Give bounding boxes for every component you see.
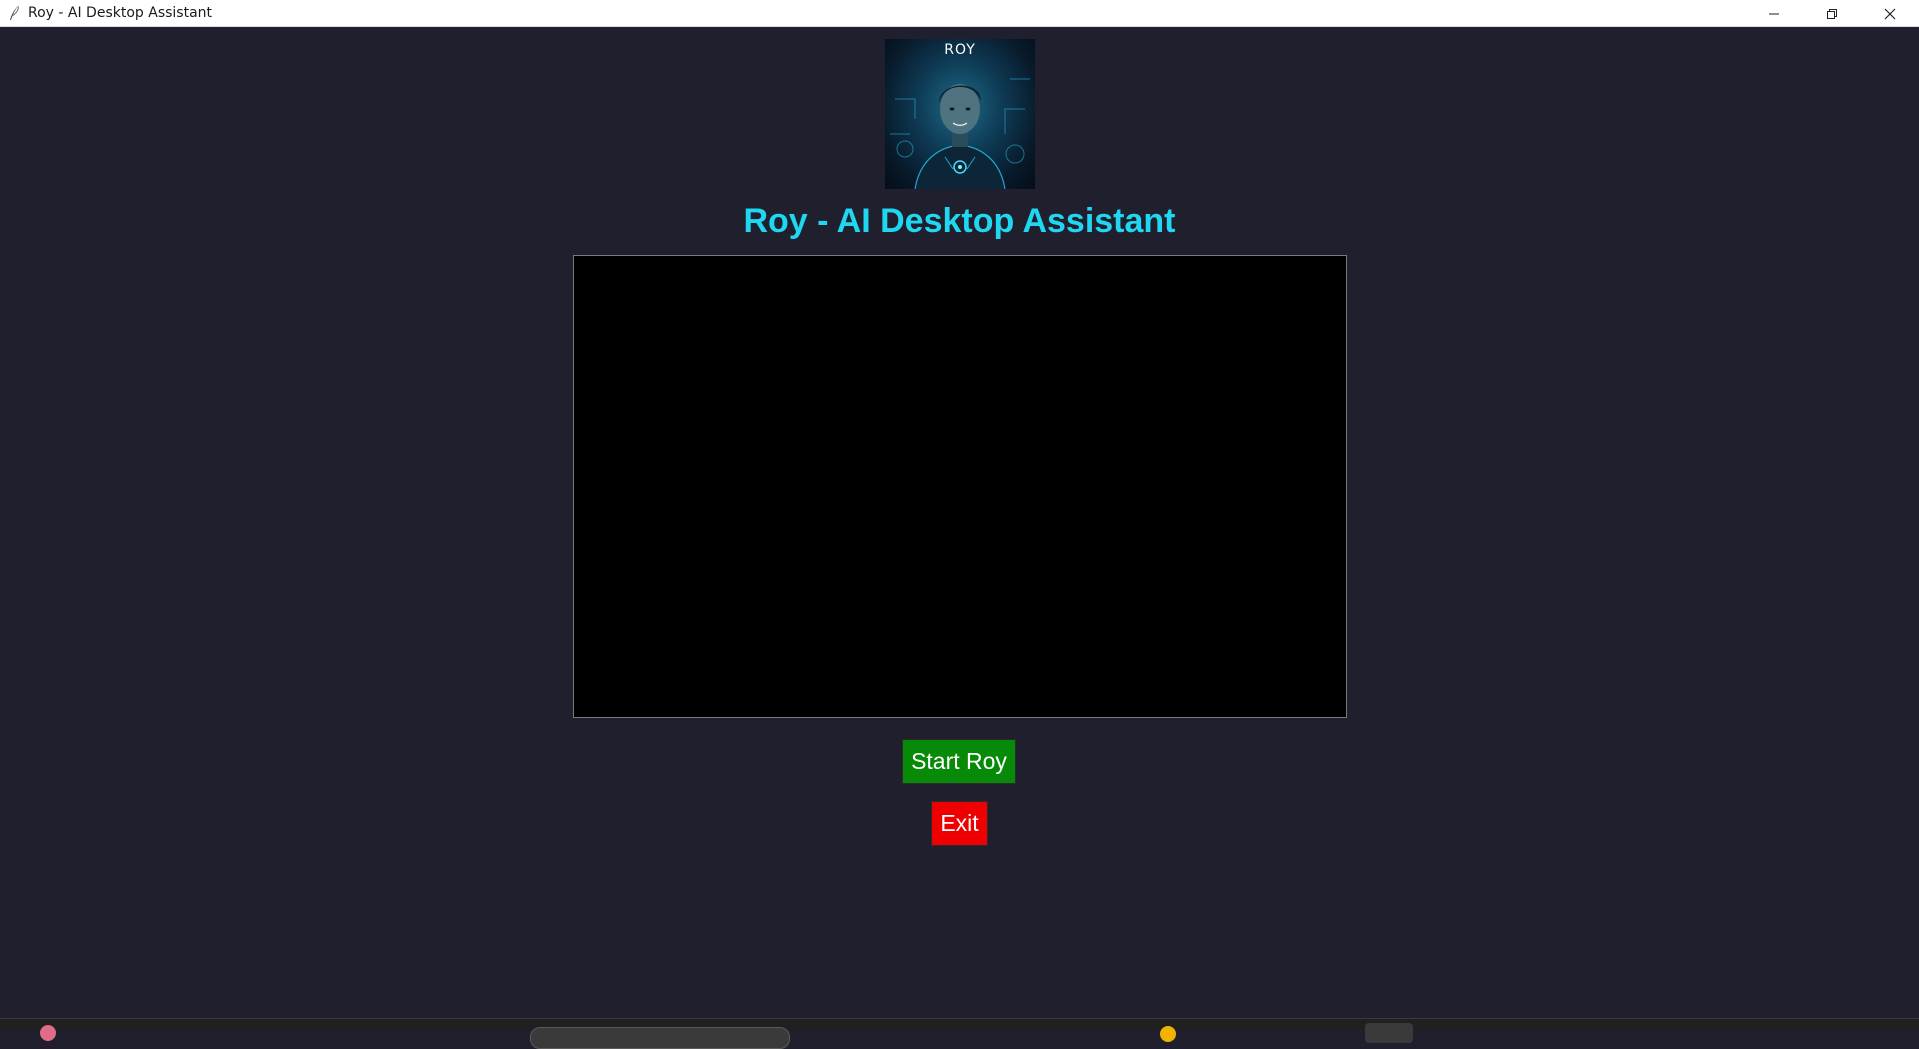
close-button[interactable] [1861,0,1919,27]
maximize-button[interactable] [1803,0,1861,27]
window-titlebar: Roy - AI Desktop Assistant [0,0,1919,27]
taskbar-app-icon[interactable] [40,1025,56,1041]
window-controls [1745,0,1919,27]
restore-icon [1827,8,1837,19]
close-icon [1884,8,1896,19]
taskbar [0,1018,1919,1049]
exit-button[interactable]: Exit [931,801,988,846]
start-roy-button[interactable]: Start Roy [902,739,1016,784]
minimize-icon [1769,13,1779,14]
taskbar-app-icon[interactable] [1365,1023,1413,1043]
app-main: ROY Roy - AI Desktop Assistant Start Roy… [0,27,1919,1018]
avatar-label: ROY [944,42,976,58]
taskbar-search[interactable] [530,1027,790,1049]
feather-icon [10,5,19,20]
avatar-portrait [890,78,1030,189]
taskbar-app-icon[interactable] [1160,1026,1176,1042]
avatar: ROY [885,39,1035,189]
output-display[interactable] [573,255,1347,718]
window-title: Roy - AI Desktop Assistant [28,5,213,21]
minimize-button[interactable] [1745,0,1803,27]
page-title: Roy - AI Desktop Assistant [743,202,1176,240]
